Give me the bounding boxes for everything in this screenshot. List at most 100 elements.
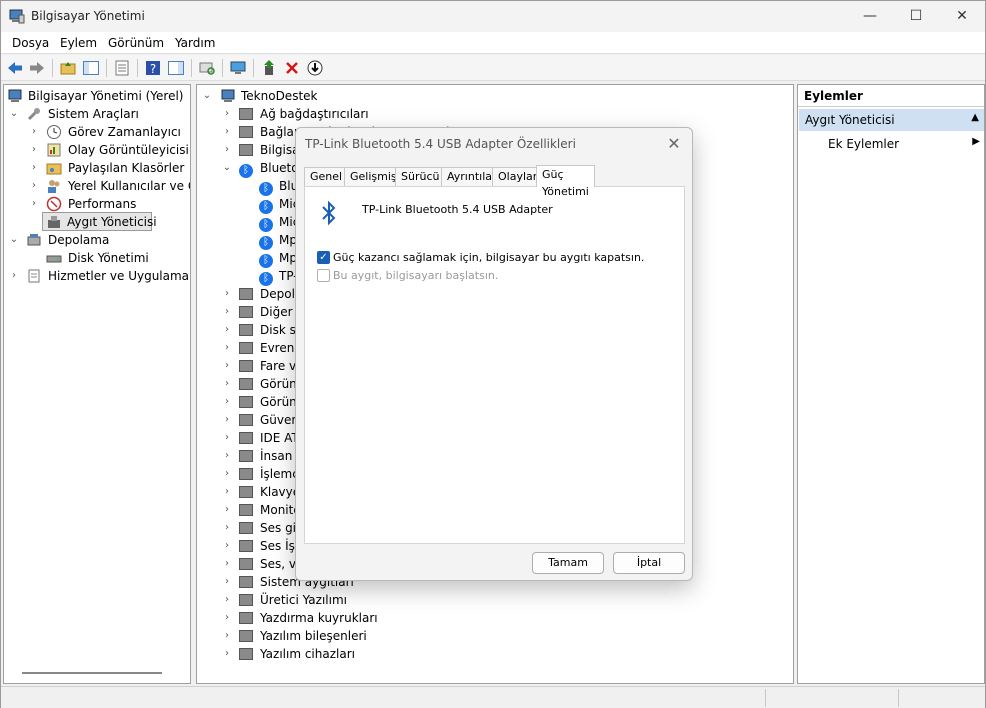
menu-gorunum[interactable]: Görünüm: [108, 36, 164, 50]
chevron-down-icon[interactable]: ⌄: [221, 159, 233, 177]
chevron-right-icon[interactable]: ›: [221, 123, 233, 141]
collapse-up-icon[interactable]: ▲: [971, 112, 979, 123]
services-icon: [28, 269, 40, 283]
maximize-button[interactable]: ☐: [893, 1, 939, 32]
menu-bar: Dosya Eylem Görünüm Yardım: [1, 32, 985, 54]
actions-section-label: Aygıt Yöneticisi: [805, 113, 895, 127]
uninstall-icon[interactable]: [283, 59, 301, 77]
actions-pane: Eylemler Aygıt Yöneticisi ▲ Ek Eylemler …: [797, 84, 985, 684]
device-category-icon: [239, 342, 253, 354]
chevron-right-icon[interactable]: ›: [221, 357, 233, 375]
device-category-icon: [239, 612, 253, 624]
svg-text:?: ?: [150, 62, 156, 76]
device-row-label: Ağ bağdaştırıcıları: [260, 107, 369, 121]
chevron-right-icon[interactable]: ›: [221, 465, 233, 483]
back-icon[interactable]: [6, 59, 24, 77]
toolbar: ?: [1, 55, 985, 81]
device-row-label: Blueto: [260, 161, 299, 175]
allow-wake-label: Bu aygıt, bilgisayarı başlatsın.: [333, 269, 499, 282]
tab-gelismis[interactable]: Gelişmiş: [344, 167, 403, 186]
chevron-right-icon[interactable]: ›: [221, 321, 233, 339]
tab-surucu[interactable]: Sürücü: [395, 167, 446, 186]
bluetooth-icon: [322, 200, 336, 226]
tab-guc-yonetimi[interactable]: Güç Yönetimi: [536, 165, 595, 198]
device-category-icon: [239, 288, 253, 300]
chevron-right-icon[interactable]: ›: [8, 267, 20, 285]
chevron-right-icon[interactable]: ›: [221, 303, 233, 321]
more-actions-item[interactable]: Ek Eylemler ▶: [798, 134, 984, 154]
up-folder-icon[interactable]: [59, 59, 77, 77]
chevron-right-icon[interactable]: ›: [221, 501, 233, 519]
allow-wake-checkbox: [317, 269, 330, 282]
chevron-right-icon[interactable]: ›: [221, 609, 233, 627]
chevron-right-icon[interactable]: ›: [221, 645, 233, 663]
update-driver-icon[interactable]: [260, 59, 278, 77]
close-button[interactable]: ✕: [939, 1, 985, 32]
device-tree-root-label: TeknoDestek: [241, 89, 318, 103]
actions-section-device-manager[interactable]: Aygıt Yöneticisi ▲: [799, 109, 984, 131]
disable-device-icon[interactable]: [306, 59, 324, 77]
tab-genel[interactable]: Genel: [304, 167, 349, 186]
monitor-icon[interactable]: [229, 59, 247, 77]
chevron-right-icon[interactable]: ›: [28, 159, 40, 177]
device-row-label: Yazılım bileşenleri: [260, 629, 367, 643]
computer-management-icon: [9, 9, 25, 24]
chevron-right-icon[interactable]: ›: [221, 483, 233, 501]
menu-yardim[interactable]: Yardım: [175, 36, 215, 50]
device-category-icon: [239, 648, 253, 660]
device-category-icon: [239, 558, 253, 570]
device-category-icon: [239, 504, 253, 516]
users-icon: [48, 180, 60, 193]
show-hide-tree-icon[interactable]: [82, 59, 100, 77]
allow-power-off-checkbox[interactable]: ✓: [317, 251, 330, 264]
chevron-right-icon[interactable]: ›: [221, 537, 233, 555]
device-row-label: Üretici Yazılımı: [260, 593, 347, 607]
device-manager-icon: [48, 216, 60, 228]
help-icon[interactable]: ?: [144, 59, 162, 77]
disk-icon: [46, 255, 62, 263]
chevron-right-icon[interactable]: ›: [28, 177, 40, 195]
chevron-right-icon[interactable]: ›: [221, 393, 233, 411]
chevron-right-icon[interactable]: ›: [221, 411, 233, 429]
chevron-right-icon[interactable]: ›: [221, 573, 233, 591]
properties-dialog: TP-Link Bluetooth 5.4 USB Adapter Özelli…: [295, 127, 693, 581]
bluetooth-icon: ᛒ: [259, 232, 275, 250]
scan-hardware-icon[interactable]: [198, 59, 216, 77]
menu-dosya[interactable]: Dosya: [12, 36, 49, 50]
chevron-right-icon[interactable]: ›: [221, 591, 233, 609]
chevron-right-icon[interactable]: ›: [221, 429, 233, 447]
device-category-icon: [239, 432, 253, 444]
chevron-right-icon[interactable]: ›: [221, 105, 233, 123]
dialog-close-icon[interactable]: ✕: [664, 134, 684, 153]
chevron-down-icon[interactable]: ⌄: [8, 231, 20, 249]
minimize-button[interactable]: —: [847, 1, 893, 32]
ok-button[interactable]: Tamam: [532, 552, 604, 574]
chevron-right-icon[interactable]: ›: [221, 627, 233, 645]
properties-icon[interactable]: [113, 59, 131, 77]
chevron-right-icon[interactable]: ›: [28, 141, 40, 159]
tools-icon: [27, 108, 40, 121]
device-category-icon: [239, 396, 253, 408]
cancel-button[interactable]: İptal: [613, 552, 685, 574]
action-pane-icon[interactable]: [167, 59, 185, 77]
horizontal-scrollbar[interactable]: [8, 668, 190, 678]
device-row-label: Bilgisa: [260, 143, 300, 157]
chevron-right-icon[interactable]: ›: [28, 123, 40, 141]
event-viewer-icon: [47, 143, 61, 157]
chevron-right-icon[interactable]: ›: [221, 375, 233, 393]
forward-icon[interactable]: [28, 59, 46, 77]
bluetooth-icon: ᛒ: [259, 268, 275, 286]
menu-eylem[interactable]: Eylem: [60, 36, 97, 50]
arrow-right-icon: ▶: [972, 136, 980, 147]
chevron-right-icon[interactable]: ›: [221, 339, 233, 357]
chevron-right-icon[interactable]: ›: [221, 285, 233, 303]
chevron-down-icon[interactable]: ⌄: [8, 105, 20, 123]
chevron-right-icon[interactable]: ›: [221, 555, 233, 573]
device-category-icon: [239, 414, 253, 426]
chevron-right-icon[interactable]: ›: [221, 519, 233, 537]
chevron-right-icon[interactable]: ›: [28, 195, 40, 213]
chevron-right-icon[interactable]: ›: [221, 141, 233, 159]
chevron-down-icon[interactable]: ⌄: [201, 87, 213, 105]
chevron-right-icon[interactable]: ›: [221, 447, 233, 465]
tree-item-device-manager[interactable]: Aygıt Yöneticisi: [42, 212, 157, 231]
